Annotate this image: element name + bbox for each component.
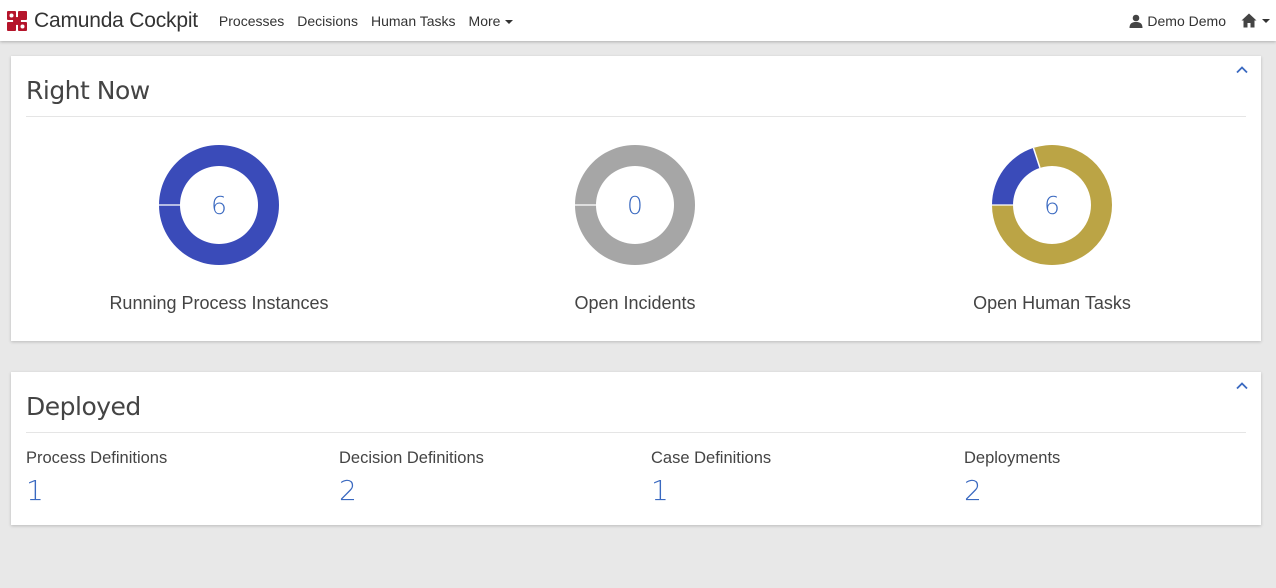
decision-definitions-label: Decision Definitions (339, 449, 484, 467)
right-now-panel: Right Now 6 Running Process Instances 0 … (11, 56, 1261, 341)
process-definitions-label: Process Definitions (26, 449, 168, 467)
nav-more-dropdown[interactable]: More (469, 13, 514, 29)
running-instances-label[interactable]: Running Process Instances (11, 293, 427, 314)
home-menu[interactable] (1241, 13, 1270, 28)
process-definitions-count[interactable]: 1 (26, 474, 44, 507)
decision-definitions-stat: Decision Definitions 2 (339, 449, 651, 507)
main-nav: Processes Decisions Human Tasks More (219, 13, 527, 29)
case-definitions-label: Case Definitions (651, 449, 772, 467)
open-incidents-widget: 0 Open Incidents (427, 144, 843, 314)
user-name: Demo Demo (1147, 12, 1226, 29)
donut-chart[interactable]: 6 (991, 144, 1113, 266)
open-incidents-count[interactable]: 0 (574, 144, 696, 266)
caret-down-icon (505, 19, 514, 24)
nav-processes[interactable]: Processes (219, 13, 284, 29)
panel-divider (26, 116, 1246, 117)
running-instances-widget: 6 Running Process Instances (11, 144, 427, 314)
caret-down-icon (1262, 18, 1270, 23)
running-instances-count[interactable]: 6 (158, 144, 280, 266)
chevron-up-icon[interactable] (1235, 379, 1249, 393)
panel-divider (26, 432, 1246, 433)
open-human-tasks-label[interactable]: Open Human Tasks (844, 293, 1260, 314)
brand-link[interactable]: Camunda Cockpit (7, 9, 198, 33)
home-icon (1241, 13, 1257, 28)
right-now-title: Right Now (26, 76, 150, 105)
top-navbar: Camunda Cockpit Processes Decisions Huma… (0, 0, 1276, 41)
open-incidents-label[interactable]: Open Incidents (427, 293, 843, 314)
user-menu[interactable]: Demo Demo (1129, 13, 1226, 29)
open-human-tasks-widget: 6 Open Human Tasks (844, 144, 1260, 314)
brand-name: Camunda Cockpit (34, 8, 198, 32)
chevron-up-icon[interactable] (1235, 63, 1249, 77)
donut-chart[interactable]: 6 (158, 144, 280, 266)
open-human-tasks-count[interactable]: 6 (991, 144, 1113, 266)
nav-human-tasks[interactable]: Human Tasks (371, 13, 456, 29)
deployed-title: Deployed (26, 392, 141, 421)
case-definitions-stat: Case Definitions 1 (651, 449, 963, 507)
camunda-logo-icon (7, 10, 27, 31)
process-definitions-stat: Process Definitions 1 (26, 449, 338, 507)
user-icon (1129, 14, 1143, 28)
nav-more-label: More (468, 12, 501, 29)
nav-decisions[interactable]: Decisions (297, 13, 358, 29)
decision-definitions-count[interactable]: 2 (339, 474, 357, 507)
deployments-label: Deployments (964, 449, 1061, 467)
nav-right: Demo Demo (1129, 0, 1270, 41)
donut-chart[interactable]: 0 (574, 144, 696, 266)
deployments-stat: Deployments 2 (964, 449, 1276, 507)
case-definitions-count[interactable]: 1 (651, 474, 669, 507)
deployments-count[interactable]: 2 (964, 474, 982, 507)
deployed-panel: Deployed Process Definitions 1 Decision … (11, 372, 1261, 525)
